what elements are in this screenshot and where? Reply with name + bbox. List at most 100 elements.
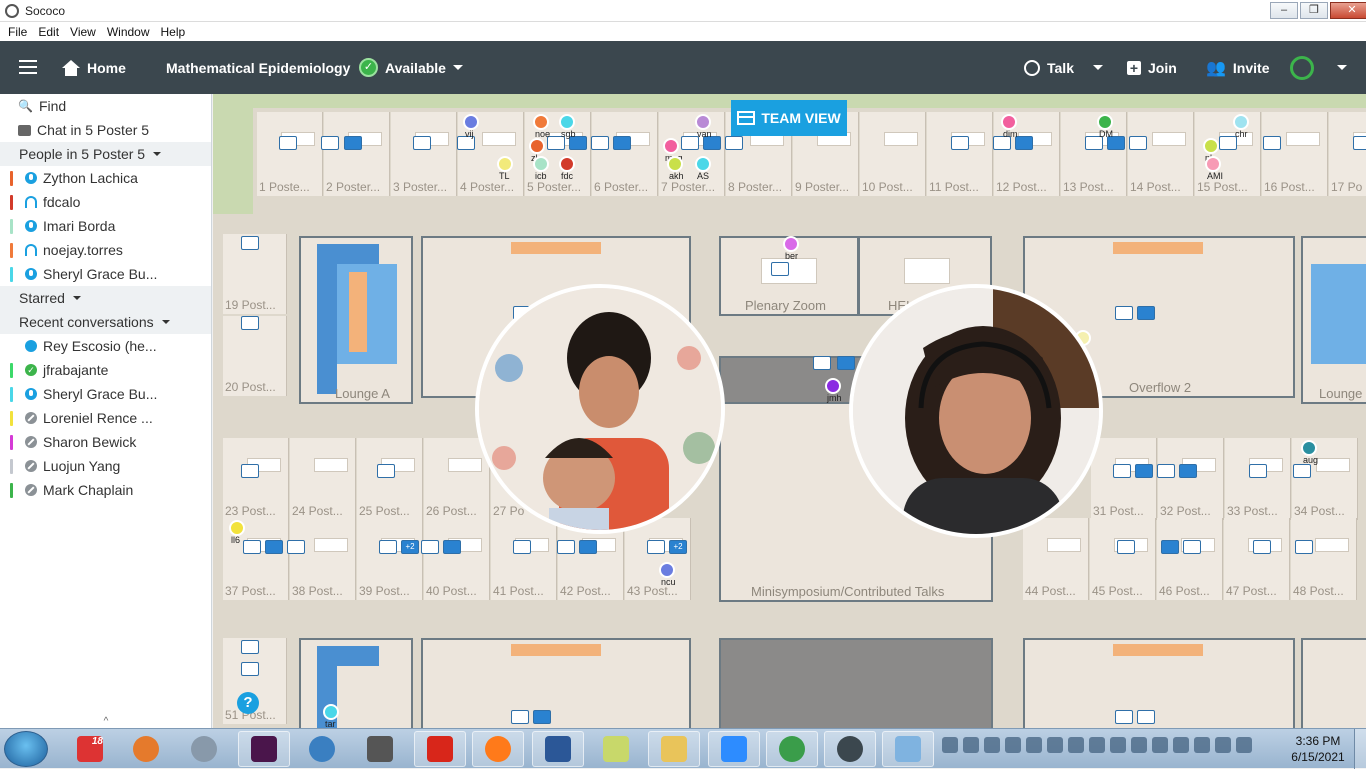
tray-icon[interactable] xyxy=(1026,737,1042,753)
poster-room[interactable]: 16 Post... xyxy=(1262,112,1328,196)
user-avatar[interactable] xyxy=(1001,114,1017,130)
poster-room[interactable]: 46 Post... xyxy=(1157,518,1223,600)
poster-room[interactable]: 39 Post... xyxy=(357,518,423,600)
taskbar-app-slack[interactable] xyxy=(238,731,290,767)
person-item[interactable]: Zython Lachica xyxy=(0,166,211,190)
user-avatar[interactable] xyxy=(559,114,575,130)
screen-share-icon[interactable] xyxy=(513,540,531,554)
poster-room[interactable]: 40 Post... xyxy=(424,518,490,600)
screen-share-icon[interactable] xyxy=(1135,464,1153,478)
poster-room[interactable]: 10 Post... xyxy=(860,112,926,196)
screen-share-icon[interactable] xyxy=(279,136,297,150)
user-avatar[interactable] xyxy=(825,378,841,394)
poster-room[interactable]: 31 Post... xyxy=(1091,438,1157,520)
video-feed-participant-1[interactable] xyxy=(475,284,725,534)
maximize-button[interactable]: ❐ xyxy=(1300,2,1328,19)
screen-share-icon[interactable] xyxy=(241,464,259,478)
screen-share-icon[interactable] xyxy=(1295,540,1313,554)
person-item[interactable]: Sheryl Grace Bu... xyxy=(0,382,211,406)
recent-section-header[interactable]: Recent conversations xyxy=(0,310,211,334)
poster-room[interactable]: 3 Poster... xyxy=(391,112,457,196)
screen-share-icon[interactable] xyxy=(647,540,665,554)
taskbar-app-chrome[interactable] xyxy=(766,731,818,767)
chat-item[interactable]: Chat in 5 Poster 5 xyxy=(0,118,211,142)
collapse-chevron-up-icon[interactable]: ^ xyxy=(0,717,212,728)
taskbar-app-firefox[interactable] xyxy=(472,731,524,767)
screen-share-icon[interactable] xyxy=(344,136,362,150)
poster-room[interactable]: 17 Po xyxy=(1329,112,1366,196)
person-item[interactable]: fdcalo xyxy=(0,190,211,214)
join-button[interactable]: + Join xyxy=(1127,41,1177,94)
person-item[interactable]: Sharon Bewick xyxy=(0,430,211,454)
status-dropdown[interactable]: ✓ Available xyxy=(359,41,463,94)
poster-room[interactable]: 23 Post... xyxy=(223,438,289,520)
tray-icon[interactable] xyxy=(1068,737,1084,753)
screen-share-icon[interactable] xyxy=(1137,306,1155,320)
taskbar-app-acrobat[interactable] xyxy=(414,731,466,767)
video-feed-participant-2[interactable] xyxy=(849,284,1103,538)
screen-share-icon[interactable] xyxy=(557,540,575,554)
screen-share-icon[interactable] xyxy=(241,236,259,250)
user-avatar[interactable] xyxy=(533,114,549,130)
screen-share-icon[interactable] xyxy=(243,540,261,554)
room-lounge-b[interactable] xyxy=(299,638,413,728)
close-button[interactable]: ✕ xyxy=(1330,2,1366,19)
find-item[interactable]: 🔍 Find xyxy=(0,94,211,118)
share-count-badge[interactable]: +2 xyxy=(669,540,687,554)
user-avatar[interactable] xyxy=(1233,114,1249,130)
user-avatar[interactable] xyxy=(1205,156,1221,172)
screen-share-icon[interactable] xyxy=(1015,136,1033,150)
screen-share-icon[interactable] xyxy=(1293,464,1311,478)
user-avatar[interactable] xyxy=(667,156,683,172)
minimize-button[interactable]: – xyxy=(1270,2,1298,19)
poster-room[interactable]: 13 Post... xyxy=(1061,112,1127,196)
screen-share-icon[interactable] xyxy=(241,662,259,676)
user-avatar[interactable] xyxy=(559,156,575,172)
tray-icon[interactable] xyxy=(1173,737,1189,753)
screen-share-icon[interactable] xyxy=(1157,464,1175,478)
user-avatar[interactable] xyxy=(1203,138,1219,154)
user-avatar[interactable] xyxy=(1097,114,1113,130)
poster-room[interactable]: 1 Poste... xyxy=(257,112,323,196)
poster-room[interactable]: 45 Post... xyxy=(1090,518,1156,600)
screen-share-icon[interactable] xyxy=(1183,540,1201,554)
taskbar-app-calendar[interactable]: 18 xyxy=(64,731,116,767)
screen-share-icon[interactable] xyxy=(1117,540,1135,554)
screen-share-icon[interactable] xyxy=(321,136,339,150)
poster-room[interactable]: 26 Post... xyxy=(424,438,490,520)
person-item[interactable]: ✓ jfrabajante xyxy=(0,358,211,382)
taskbar-app-paint[interactable] xyxy=(882,731,934,767)
person-item[interactable]: Luojun Yang xyxy=(0,454,211,478)
person-item[interactable]: Imari Borda xyxy=(0,214,211,238)
screen-share-icon[interactable] xyxy=(421,540,439,554)
screen-share-icon[interactable] xyxy=(413,136,431,150)
room-cafe[interactable] xyxy=(719,638,993,728)
poster-room[interactable]: 48 Post... xyxy=(1291,518,1357,600)
hamburger-menu-icon[interactable] xyxy=(19,60,37,74)
person-item[interactable]: noejay.torres xyxy=(0,238,211,262)
user-avatar[interactable] xyxy=(529,138,545,154)
room-conference-b[interactable] xyxy=(421,638,691,728)
tray-icon[interactable] xyxy=(963,737,979,753)
show-desktop-button[interactable] xyxy=(1354,729,1366,769)
screen-share-icon[interactable] xyxy=(241,316,259,330)
tray-icon[interactable] xyxy=(1215,737,1231,753)
tray-icon[interactable] xyxy=(1089,737,1105,753)
menu-window[interactable]: Window xyxy=(107,25,150,39)
screen-share-icon[interactable] xyxy=(241,640,259,654)
screen-share-icon[interactable] xyxy=(1113,464,1131,478)
user-avatar[interactable] xyxy=(783,236,799,252)
menu-view[interactable]: View xyxy=(70,25,96,39)
room-overflow-b[interactable] xyxy=(1023,638,1295,728)
windows-start-button[interactable] xyxy=(4,731,48,767)
poster-room[interactable]: 32 Post... xyxy=(1158,438,1224,520)
room-lounge-c[interactable] xyxy=(1301,638,1366,728)
people-section-header[interactable]: People in 5 Poster 5 xyxy=(0,142,211,166)
person-item[interactable]: Loreniel Rence ... xyxy=(0,406,211,430)
tray-icon[interactable] xyxy=(1131,737,1147,753)
screen-share-icon[interactable] xyxy=(1263,136,1281,150)
invite-button[interactable]: 👥 Invite xyxy=(1206,41,1270,94)
poster-room[interactable]: 44 Post... xyxy=(1023,518,1089,600)
taskbar-app-notes[interactable] xyxy=(590,731,642,767)
screen-share-icon[interactable] xyxy=(443,540,461,554)
